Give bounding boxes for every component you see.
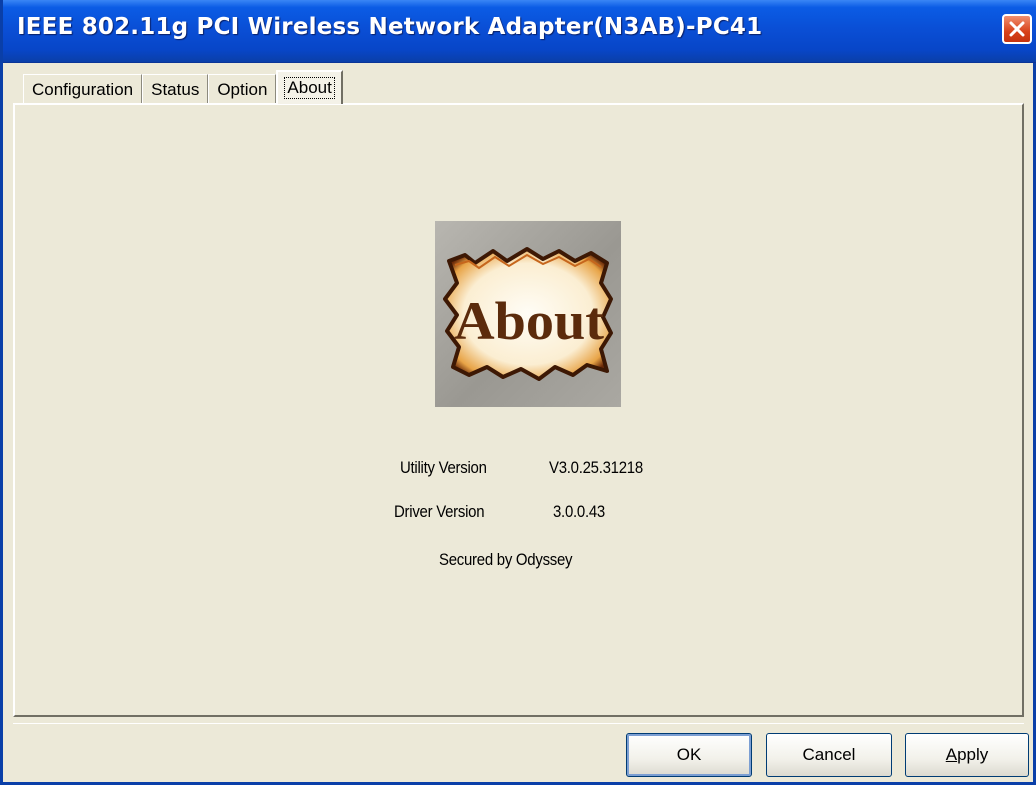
tab-strip: Configuration Status Option About [23,70,343,104]
driver-version-value: 3.0.0.43 [553,502,605,521]
apply-accelerator: A [945,745,958,764]
secured-by-text: Secured by Odyssey [439,550,573,569]
utility-version-label: Utility Version [400,458,487,477]
button-separator [13,723,1024,724]
tab-status[interactable]: Status [142,74,209,104]
dialog-window: IEEE 802.11g PCI Wireless Network Adapte… [0,0,1036,785]
about-logo-text: About [454,291,604,351]
title-bar[interactable]: IEEE 802.11g PCI Wireless Network Adapte… [3,0,1036,63]
cancel-button[interactable]: Cancel [766,733,892,777]
close-button[interactable] [1002,14,1032,44]
utility-version-value: V3.0.25.31218 [549,458,643,477]
apply-label-rest: pply [957,745,989,764]
about-logo-image: About [443,247,613,381]
tab-about[interactable]: About [276,70,343,104]
tab-option[interactable]: Option [208,74,277,104]
apply-button[interactable]: Apply [905,733,1029,777]
close-icon [1009,21,1025,37]
ok-button[interactable]: OK [626,733,752,777]
about-panel: About Utility Version V3.0.25.31218 Driv… [13,103,1024,717]
window-title: IEEE 802.11g PCI Wireless Network Adapte… [17,14,763,40]
tab-about-label: About [284,77,335,99]
driver-version-label: Driver Version [394,502,485,521]
tab-configuration[interactable]: Configuration [23,74,143,104]
about-logo: About [435,221,621,407]
